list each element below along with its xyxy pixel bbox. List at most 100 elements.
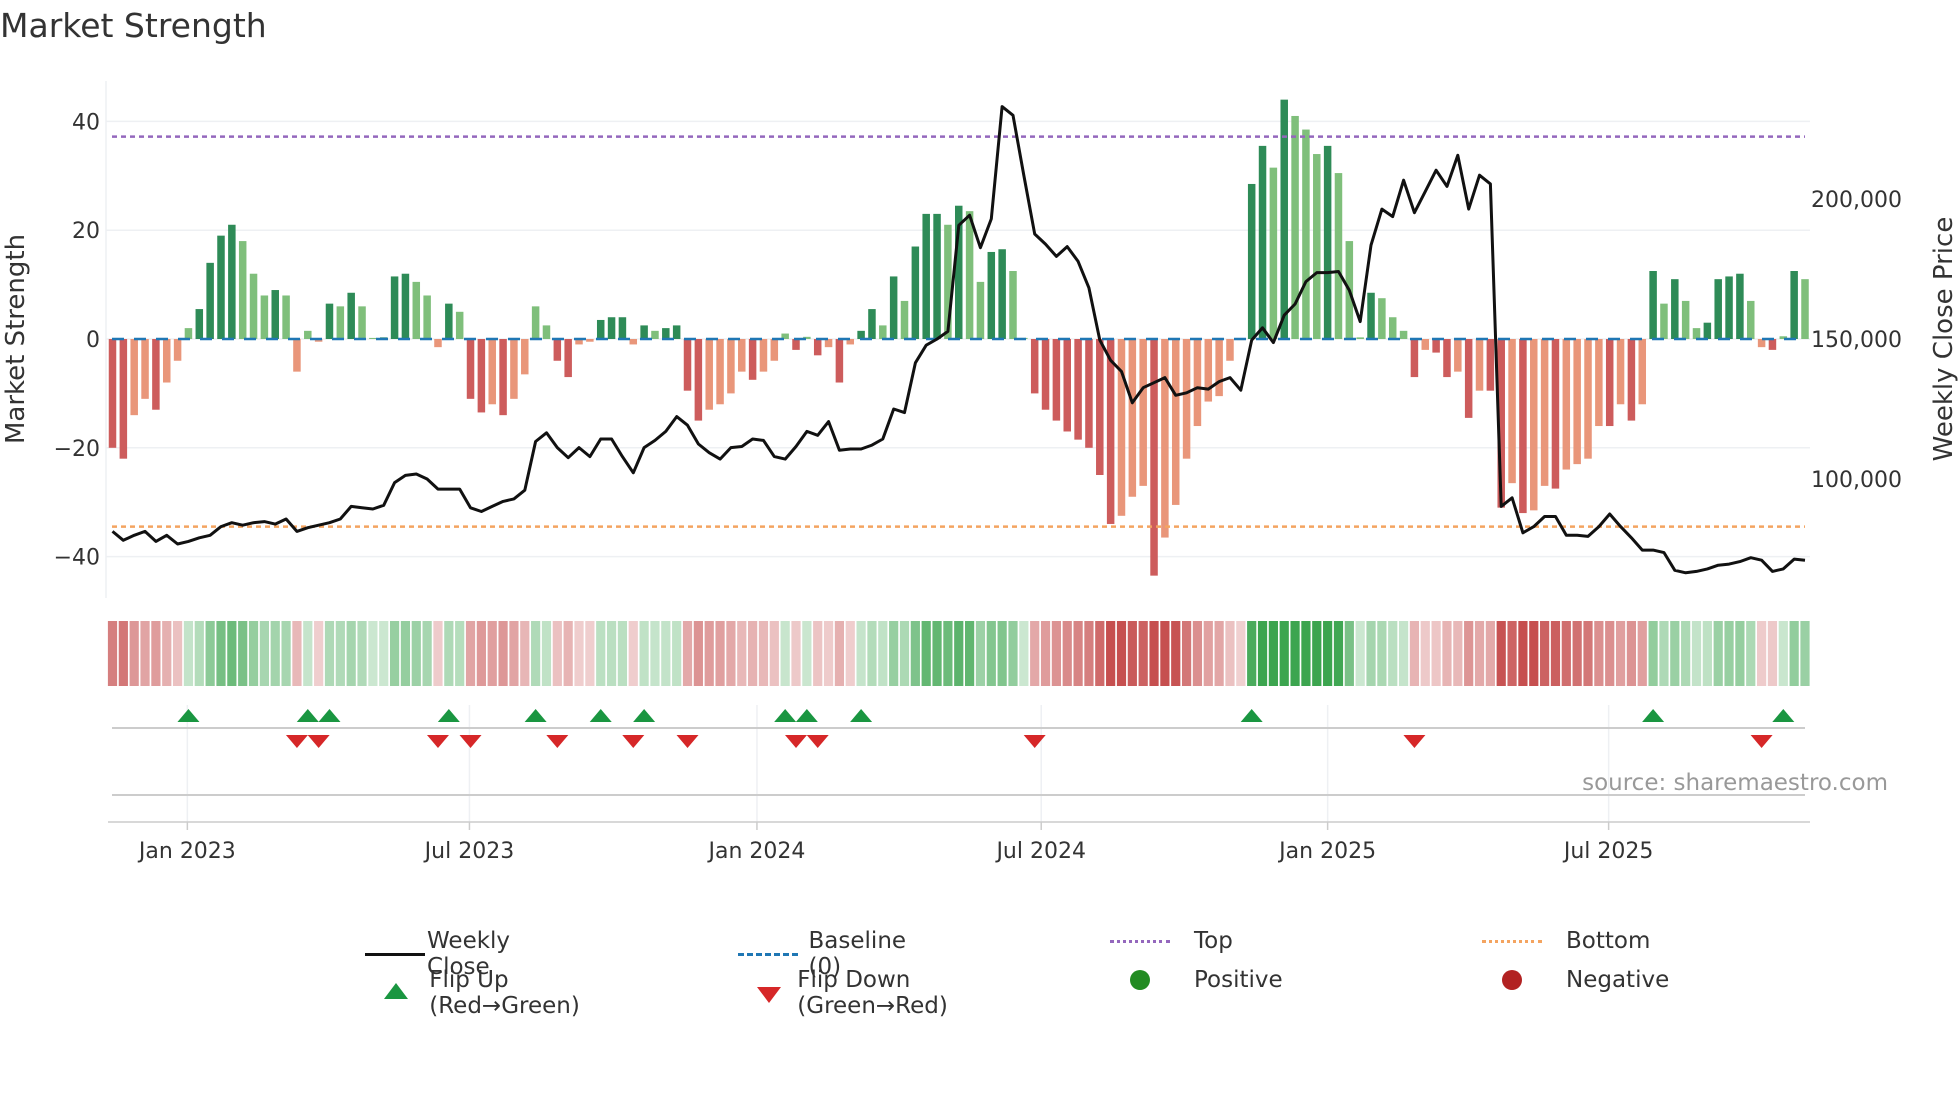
strength-strip-cell bbox=[964, 621, 975, 686]
strength-strip-cell bbox=[1713, 621, 1723, 686]
strength-strip-cell bbox=[889, 621, 899, 686]
strength-bar bbox=[683, 339, 692, 391]
strength-strip-cell bbox=[1767, 621, 1778, 686]
strength-bar bbox=[1150, 339, 1158, 576]
strength-strip-cell bbox=[596, 621, 606, 686]
strength-strip-cell bbox=[1257, 621, 1268, 686]
strength-strip-cell bbox=[834, 621, 845, 686]
strength-bar bbox=[618, 317, 627, 339]
y2-tick-label: 100,000 bbox=[1811, 468, 1902, 493]
strength-strip-cell bbox=[1225, 621, 1235, 686]
strength-bar bbox=[1584, 339, 1592, 459]
strength-bar bbox=[228, 224, 236, 339]
strength-bar bbox=[1096, 339, 1104, 475]
y-tick-label: 40 bbox=[72, 110, 100, 135]
y-tick-label: −20 bbox=[54, 437, 100, 462]
strength-bar bbox=[640, 325, 648, 339]
strength-strip-cell bbox=[1572, 621, 1582, 686]
strength-bar bbox=[998, 249, 1006, 339]
flip-up-marker bbox=[633, 709, 656, 722]
strength-strip-cell bbox=[455, 621, 465, 686]
strength-strip-cell bbox=[1388, 621, 1398, 686]
strength-bar bbox=[738, 339, 746, 372]
strength-strip-cell bbox=[574, 621, 584, 686]
strength-bar bbox=[271, 290, 279, 339]
strength-strip-cell bbox=[1464, 621, 1474, 686]
strength-strip-cell bbox=[314, 621, 324, 686]
strength-strip-cell bbox=[1442, 621, 1452, 686]
strength-bar bbox=[1605, 339, 1614, 427]
strength-strip-cell bbox=[878, 621, 888, 686]
flip-up-marker bbox=[774, 709, 797, 722]
flip-down-marker bbox=[1023, 735, 1046, 748]
flip-up-marker bbox=[524, 709, 547, 722]
flip-up-legend-icon bbox=[365, 983, 415, 1003]
strength-strip-cell bbox=[628, 621, 638, 686]
strength-strip-cell bbox=[1757, 621, 1767, 686]
strength-strip-cell bbox=[1084, 621, 1094, 686]
strength-strip-cell bbox=[1583, 621, 1593, 686]
strength-strip-cell bbox=[1637, 621, 1647, 686]
strength-bar bbox=[1671, 279, 1679, 339]
strength-bar bbox=[987, 251, 996, 339]
strength-bar bbox=[282, 295, 290, 339]
strength-strip-cell bbox=[997, 621, 1007, 686]
strength-bar bbox=[727, 339, 735, 394]
strength-strip-cell bbox=[324, 621, 335, 686]
strength-strip-cell bbox=[1735, 621, 1745, 686]
strength-bar bbox=[672, 325, 681, 339]
strength-strip-cell bbox=[1474, 621, 1485, 686]
y-axis-title: Market Strength bbox=[1, 234, 31, 444]
strength-strip-cell bbox=[303, 621, 313, 686]
strength-bar bbox=[662, 328, 670, 339]
flip-up-marker bbox=[296, 709, 319, 722]
strength-strip-cell bbox=[943, 621, 953, 686]
strength-strip-cell bbox=[639, 621, 649, 686]
strength-strip-cell bbox=[172, 621, 183, 686]
strength-strip-cell bbox=[476, 621, 486, 686]
strength-bar bbox=[1486, 339, 1495, 391]
legend-label: Top bbox=[1194, 928, 1233, 954]
legend-label: Bottom bbox=[1566, 928, 1651, 954]
x-tick-label: Jul 2025 bbox=[1562, 839, 1654, 864]
strength-bar bbox=[1247, 183, 1256, 339]
strength-bar bbox=[1725, 276, 1733, 339]
strength-strip-cell bbox=[1008, 621, 1018, 686]
strength-strip-cell bbox=[281, 621, 291, 686]
strength-bar bbox=[1399, 330, 1408, 339]
strength-strip-cell bbox=[292, 621, 302, 686]
strength-bar bbox=[325, 303, 334, 339]
strength-strip-cell bbox=[1496, 621, 1506, 686]
strength-strip-cell bbox=[823, 621, 834, 686]
strength-bar bbox=[499, 339, 507, 416]
strength-strip-cell bbox=[737, 621, 747, 686]
strength-strip-cell bbox=[1344, 621, 1354, 686]
strength-bar bbox=[108, 339, 117, 448]
strength-bar bbox=[1378, 298, 1386, 339]
strength-strip-cell bbox=[780, 621, 790, 686]
strength-strip-cell bbox=[1724, 621, 1734, 686]
legend-label: Negative bbox=[1566, 967, 1670, 993]
strength-bar bbox=[705, 339, 713, 410]
strength-strip-cell bbox=[1377, 621, 1387, 686]
strength-strip-cell bbox=[379, 621, 389, 686]
strength-strip-cell bbox=[1214, 621, 1224, 686]
strength-bar bbox=[477, 339, 486, 413]
strength-bar bbox=[1367, 292, 1375, 339]
strength-strip-cell bbox=[910, 621, 920, 686]
strength-bar bbox=[336, 306, 345, 339]
strength-strip-cell bbox=[248, 621, 259, 686]
strength-bar bbox=[249, 273, 258, 339]
strength-strip-cell bbox=[1051, 621, 1061, 686]
strength-bar bbox=[586, 339, 594, 342]
strength-strip-cell bbox=[400, 621, 411, 686]
legend-item-top: Top bbox=[1110, 928, 1233, 954]
legend-label: Flip Up (Red→Green) bbox=[429, 967, 580, 1019]
strength-bar bbox=[1009, 271, 1017, 339]
strength-bar bbox=[510, 339, 518, 399]
legend-item-positive: Positive bbox=[1110, 967, 1283, 993]
flip-up-marker bbox=[1772, 709, 1795, 722]
strength-strip-cell bbox=[1681, 621, 1691, 686]
strength-bar bbox=[1432, 339, 1440, 353]
strength-strip-cell bbox=[1030, 621, 1040, 686]
